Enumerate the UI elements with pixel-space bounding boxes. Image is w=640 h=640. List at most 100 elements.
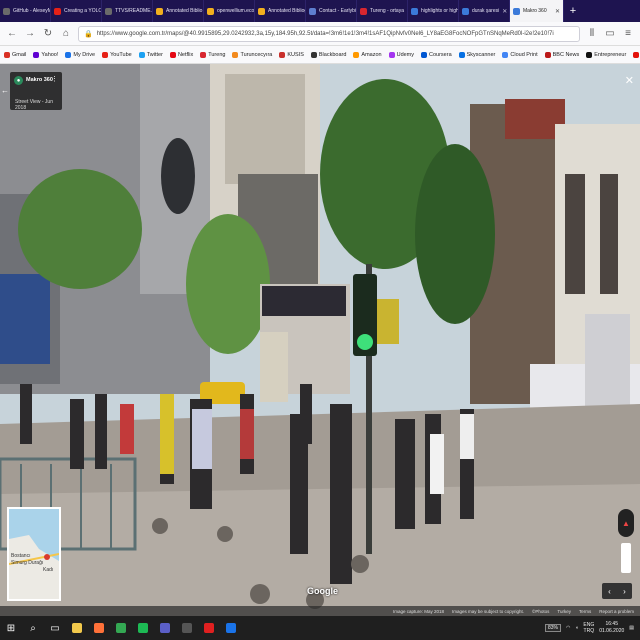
media-icon[interactable] [176, 616, 198, 640]
left-arrow-icon[interactable]: ‹ [608, 587, 611, 596]
browser-tab[interactable]: Creating a YOLO✕ [51, 0, 102, 22]
browser-tab[interactable]: durak şaresi ✕ [459, 0, 510, 22]
clock-date: 01.06.2020 [599, 628, 625, 634]
home-icon[interactable]: ⌂ [60, 28, 72, 40]
library-icon[interactable]: ⫴ [586, 28, 598, 40]
bookmark-item[interactable]: Coursera [421, 51, 452, 58]
chrome-icon[interactable] [110, 616, 132, 640]
close-tab-icon[interactable]: ✕ [555, 8, 560, 15]
bookmark-favicon-icon [502, 51, 509, 58]
bookmark-item[interactable]: Skyscanner [458, 51, 495, 58]
right-arrow-icon[interactable]: › [623, 587, 626, 596]
minimap[interactable]: Bostancı Simurg Durağı Kadı [7, 507, 61, 601]
tab-favicon-icon [360, 7, 367, 15]
place-card[interactable]: ● Makro 360 ⋮ Street View - Jun 2018 [10, 72, 62, 111]
system-tray: 83% ◠ ◖ ENG TRQ 16:45 01.06.2020 ▤ [544, 621, 640, 635]
bookmark-item[interactable]: Cloud Print [502, 51, 538, 58]
bookmark-favicon-icon [33, 51, 40, 58]
tab-label: highlights or high [421, 8, 459, 14]
bookmark-item[interactable]: Yahoo! [33, 51, 59, 58]
bookmark-item[interactable]: YouTube [102, 51, 132, 58]
close-tab-icon[interactable]: ✕ [502, 8, 507, 15]
bookmark-item[interactable]: Blackboard [310, 51, 346, 58]
bookmark-item[interactable]: Tureng [200, 51, 225, 58]
bookmark-item[interactable]: KUSIS [279, 51, 304, 58]
language-indicator[interactable]: ENG TRQ [583, 622, 594, 634]
address-bar[interactable]: 🔒 https://www.google.com.tr/maps/@40.991… [78, 25, 580, 42]
zoom-control[interactable] [621, 543, 631, 573]
bookmark-item[interactable]: Economist [633, 51, 640, 58]
bookmark-label: Gmail [12, 51, 27, 58]
browser-tab[interactable]: TTVS/README.md✕ [102, 0, 153, 22]
bookmark-label: KUSIS [287, 51, 304, 58]
browser-tab[interactable]: openwellium.ecole✕ [204, 0, 255, 22]
browser-tab[interactable]: Tureng - ortaya✕ [357, 0, 408, 22]
footer-item[interactable]: Report a problem [599, 609, 634, 614]
bookmark-item[interactable]: Udemy [388, 51, 414, 58]
bookmark-item[interactable]: Twitter [138, 51, 163, 58]
bookmark-item[interactable]: Entrepreneur [586, 51, 627, 58]
tab-favicon-icon [105, 7, 112, 15]
bookmark-item[interactable]: Gmail [4, 51, 27, 58]
more-options-icon[interactable]: ⋮ [51, 75, 58, 83]
street-scene [0, 64, 640, 616]
task-view-icon[interactable]: ▭ [44, 616, 66, 640]
new-tab-icon[interactable]: + [564, 0, 582, 22]
tab-favicon-icon [156, 7, 163, 15]
volume-icon[interactable]: ◖ [575, 625, 578, 631]
notifications-icon[interactable]: ▤ [629, 625, 634, 631]
back-arrow-icon[interactable]: ← [1, 86, 9, 95]
footer-item[interactable]: Terms [579, 609, 591, 614]
photos-icon[interactable] [220, 616, 242, 640]
bookmark-item[interactable]: Amazon [353, 51, 382, 58]
bookmark-label: Entrepreneur [594, 51, 627, 58]
tab-label: TTVS/README.md [115, 8, 152, 14]
back-icon[interactable]: ← [6, 28, 18, 40]
bookmark-item[interactable]: BBC News [544, 51, 579, 58]
pinned-apps [66, 616, 242, 640]
street-view-panorama[interactable]: ● Makro 360 ⋮ Street View - Jun 2018 ← ✕ [0, 64, 640, 616]
street-view-date: Street View - Jun 2018 [15, 99, 53, 111]
reload-icon[interactable]: ↻ [42, 28, 54, 40]
file-explorer-icon[interactable] [66, 616, 88, 640]
bookmark-item[interactable]: Turuncecyıra [232, 51, 272, 58]
bookmark-favicon-icon [310, 51, 317, 58]
search-icon[interactable]: ⌕ [22, 616, 44, 640]
bookmark-label: Amazon [361, 51, 382, 58]
windows-start-icon[interactable]: ⊞ [0, 616, 22, 640]
battery-indicator[interactable]: 83% [544, 624, 561, 632]
bookmark-item[interactable]: My Drive [65, 51, 95, 58]
tab-label: Tureng - ortaya [370, 8, 404, 14]
tab-favicon-icon [462, 7, 469, 15]
tab-label: Creating a YOLO [64, 8, 102, 14]
clock[interactable]: 16:45 01.06.2020 [599, 621, 624, 635]
url-text: https://www.google.com.tr/maps/@40.99158… [96, 30, 554, 37]
spotify-icon[interactable] [132, 616, 154, 640]
bookmark-favicon-icon [279, 51, 286, 58]
bookmarks-bar: Gmail Yahoo! My Drive YouTube Twitter Netflix… [0, 46, 640, 64]
browser-tab[interactable]: Annotated Bibliog✕ [255, 0, 306, 22]
browser-tab[interactable]: GitHub - AleseyM✕ [0, 0, 51, 22]
bookmark-label: Yahoo! [41, 51, 59, 58]
browser-tab[interactable]: Contact - Earlybird✕ [306, 0, 357, 22]
google-watermark: Google [307, 586, 338, 596]
footer-item: Image capture: May 2018 [392, 608, 444, 614]
bookmark-item[interactable]: Netflix [169, 51, 193, 58]
browser-tab[interactable]: Makro 360 ✕ [510, 0, 564, 22]
compass-icon[interactable]: ▲ [618, 509, 634, 537]
close-icon[interactable]: ✕ [625, 74, 634, 87]
menu-icon[interactable]: ≡ [622, 28, 634, 40]
browser-tab[interactable]: Annotated Biblio✕ [153, 0, 204, 22]
forward-icon[interactable]: → [24, 28, 36, 40]
network-icon[interactable]: ◠ [566, 625, 570, 631]
teams-icon[interactable] [154, 616, 176, 640]
navigation-arrows[interactable]: ‹ › [602, 583, 632, 599]
tab-favicon-icon [258, 7, 265, 15]
acrobat-icon[interactable] [198, 616, 220, 640]
sidebar-icon[interactable]: ▭ [604, 28, 616, 40]
region-code: TRQ [583, 628, 595, 634]
firefox-icon[interactable] [88, 616, 110, 640]
lock-icon: 🔒 [84, 30, 93, 38]
browser-tab[interactable]: highlights or high✕ [408, 0, 459, 22]
tab-label: Makro 360 [523, 8, 547, 14]
